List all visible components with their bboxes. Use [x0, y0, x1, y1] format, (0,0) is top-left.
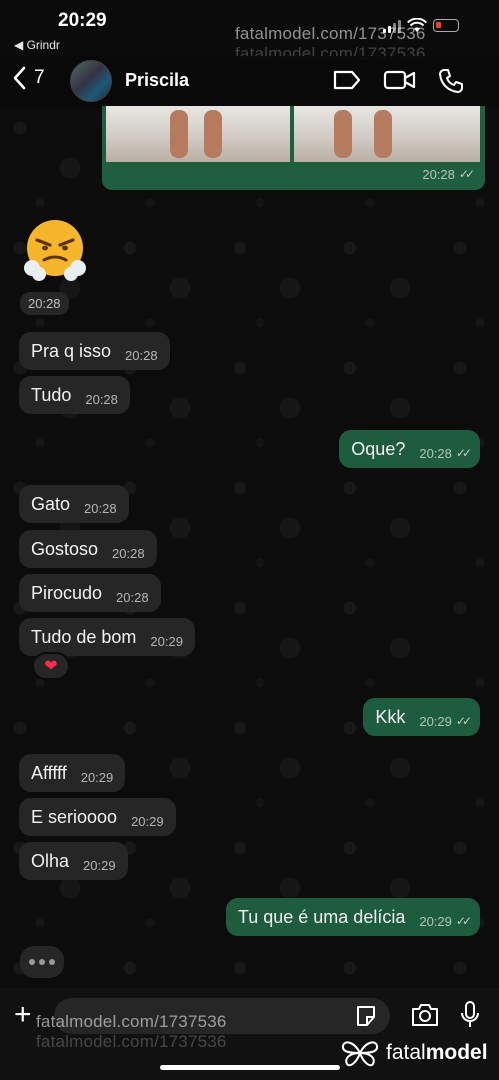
- outgoing-message[interactable]: Oque? 20:28 ✓✓: [339, 430, 480, 468]
- message-text: Afffff: [31, 762, 67, 783]
- back-to-app-link[interactable]: ◀ Grindr: [14, 38, 60, 52]
- plus-icon[interactable]: +: [14, 998, 32, 1032]
- huffing-face-icon: [24, 220, 86, 281]
- home-indicator: [160, 1065, 340, 1070]
- outgoing-message[interactable]: Tu que é uma delícia 20:29 ✓✓: [225, 898, 480, 936]
- message-time: 20:28: [422, 167, 455, 182]
- image-message-bubble[interactable]: 20:28 ✓✓: [102, 106, 485, 190]
- message-time: 20:29: [131, 813, 164, 829]
- emoji-message[interactable]: [22, 218, 88, 284]
- sticker-icon[interactable]: [354, 1004, 378, 1028]
- chevron-left-icon: [13, 66, 26, 90]
- phone-icon[interactable]: [438, 68, 464, 94]
- microphone-icon[interactable]: [460, 1000, 480, 1030]
- tag-icon[interactable]: [332, 68, 362, 92]
- message-text: Gostoso: [31, 538, 99, 559]
- message-time: 20:29: [80, 769, 114, 785]
- battery-icon: [433, 19, 459, 32]
- read-ticks-icon: ✓✓: [455, 914, 472, 928]
- incoming-message[interactable]: Tudo de bom 20:29: [19, 618, 195, 656]
- chat-header: 7 Priscila: [0, 56, 499, 106]
- message-time: 20:28: [112, 545, 145, 561]
- message-time: 20:28: [84, 500, 117, 516]
- incoming-message[interactable]: Gato 20:28: [19, 485, 129, 523]
- message-text: Pra q isso: [31, 340, 112, 361]
- brand-watermark: fatalmodel: [340, 1038, 488, 1068]
- brand-name: fatalmodel: [386, 1041, 488, 1064]
- message-time: 20:28: [419, 445, 452, 461]
- incoming-message[interactable]: Gostoso 20:28: [19, 530, 157, 568]
- incoming-message[interactable]: Pra q isso 20:28: [19, 332, 170, 370]
- message-text: Tudo de bom: [31, 626, 137, 647]
- avatar[interactable]: [70, 60, 112, 102]
- message-time: 20:29: [150, 633, 183, 649]
- message-text: Gato: [31, 493, 71, 514]
- incoming-message[interactable]: E serioooo 20:29: [19, 798, 176, 836]
- watermark-text: fatalmodel.com/1737536: [36, 1012, 227, 1031]
- photo-thumbnail[interactable]: [106, 106, 290, 162]
- watermark-text: fatalmodel.com/1737536: [235, 24, 426, 43]
- photo-thumbnail[interactable]: [294, 106, 480, 162]
- message-time: 20:28: [20, 292, 69, 315]
- message-meta: 20:28 ✓✓: [408, 167, 475, 182]
- message-time: 20:28: [125, 347, 158, 363]
- contact-name[interactable]: Priscila: [125, 70, 189, 91]
- message-time: 20:29: [83, 857, 116, 873]
- typing-indicator: [20, 946, 64, 978]
- incoming-message[interactable]: Olha 20:29: [19, 842, 128, 880]
- incoming-message[interactable]: Tudo 20:28: [19, 376, 130, 414]
- status-time: 20:29: [58, 10, 107, 31]
- back-button[interactable]: 7: [12, 66, 45, 90]
- read-ticks-icon: ✓✓: [458, 167, 475, 181]
- unread-count: 7: [34, 67, 45, 88]
- message-time: 20:29: [419, 713, 452, 729]
- message-text: Tudo: [31, 384, 72, 405]
- outgoing-message[interactable]: Kkk 20:29 ✓✓: [363, 698, 480, 736]
- message-text: Olha: [31, 850, 70, 871]
- message-text: Tu que é uma delícia: [237, 906, 406, 927]
- watermark-text: fatalmodel.com/1737536: [36, 1032, 227, 1051]
- message-time: 20:29: [419, 913, 452, 929]
- read-ticks-icon: ✓✓: [455, 714, 472, 728]
- message-text: Oque?: [351, 438, 406, 459]
- incoming-message[interactable]: Afffff 20:29: [19, 754, 126, 792]
- heart-reaction-icon[interactable]: ❤: [32, 652, 70, 680]
- camera-icon[interactable]: [410, 1002, 440, 1028]
- message-text: Pirocudo: [31, 582, 103, 603]
- message-text: Kkk: [375, 706, 406, 727]
- message-time: 20:28: [85, 391, 118, 407]
- read-ticks-icon: ✓✓: [455, 446, 472, 460]
- message-time: 20:28: [116, 589, 149, 605]
- incoming-message[interactable]: Pirocudo 20:28: [19, 574, 161, 612]
- video-call-icon[interactable]: [383, 68, 417, 92]
- message-text: E serioooo: [31, 806, 118, 827]
- butterfly-logo-icon: [341, 1041, 379, 1067]
